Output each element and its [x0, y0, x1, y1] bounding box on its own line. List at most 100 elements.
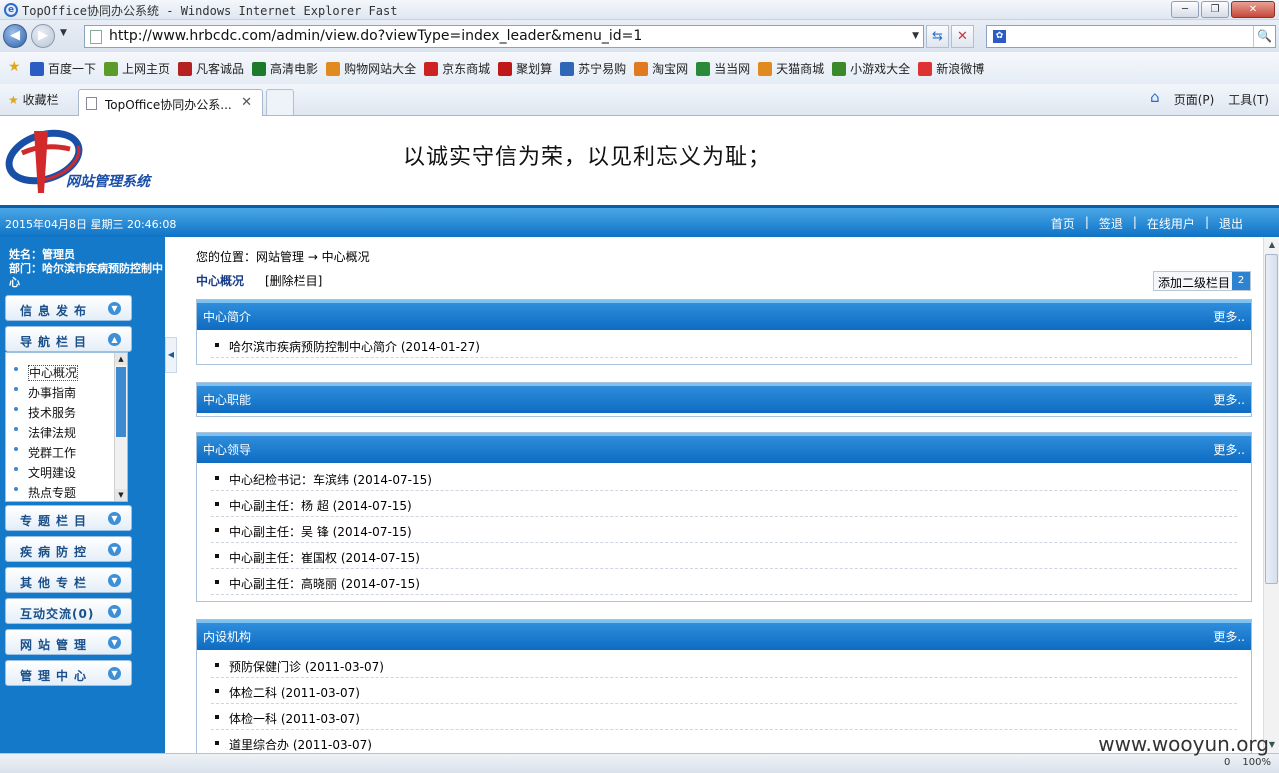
- menu-info-publish[interactable]: 信息发布 ▼: [5, 295, 132, 321]
- collapse-icon[interactable]: ▼: [108, 302, 121, 315]
- list-item-text[interactable]: 哈尔滨市疾病预防控制中心简介 (2014-01-27): [229, 340, 480, 354]
- home-icon[interactable]: ⌂: [1150, 88, 1160, 108]
- list-item-text[interactable]: 中心副主任：崔国权 (2014-07-15): [229, 551, 420, 565]
- list-item[interactable]: 道里综合办 (2011-03-07): [211, 730, 1237, 753]
- more-link[interactable]: 更多..: [1213, 628, 1245, 645]
- submenu-item-tech[interactable]: 技术服务: [14, 404, 76, 421]
- history-dropdown-icon[interactable]: ▼: [60, 28, 67, 38]
- more-link[interactable]: 更多..: [1213, 308, 1245, 325]
- list-item[interactable]: 中心副主任：杨 超 (2014-07-15): [211, 491, 1237, 517]
- close-window-button[interactable]: ✕: [1231, 1, 1275, 18]
- menu-site-management[interactable]: 网站管理 ▼: [5, 629, 132, 655]
- list-item-text[interactable]: 体检二科 (2011-03-07): [229, 686, 360, 700]
- submenu-item-law[interactable]: 法律法规: [14, 424, 76, 441]
- favorite-link[interactable]: 苏宁易购: [560, 60, 626, 77]
- menu-nav-columns[interactable]: 导航栏目 ▲: [5, 326, 132, 352]
- list-item-text[interactable]: 道里综合办 (2011-03-07): [229, 738, 372, 752]
- collapse-icon[interactable]: ▼: [108, 667, 121, 680]
- favorite-link[interactable]: 凡客诚品: [178, 60, 244, 77]
- list-item[interactable]: 体检一科 (2011-03-07): [211, 704, 1237, 730]
- add-sub-column-button[interactable]: 添加二级栏目 2: [1153, 271, 1251, 291]
- favorite-link[interactable]: 百度一下: [30, 60, 96, 77]
- signout-link[interactable]: 签退: [1099, 215, 1123, 232]
- list-item[interactable]: 中心副主任：吴 锋 (2014-07-15): [211, 517, 1237, 543]
- menu-disease-control[interactable]: 疾病防控 ▼: [5, 536, 132, 562]
- page-scrollbar[interactable]: ▲ ▼: [1263, 237, 1279, 753]
- sidebar-toggle-icon[interactable]: ◀: [165, 337, 177, 373]
- user-name: 姓名：管理员: [9, 248, 75, 261]
- scroll-up-icon[interactable]: ▲: [1264, 237, 1279, 253]
- page-menu[interactable]: 页面(P): [1174, 91, 1215, 108]
- favorites-button[interactable]: ★ 收藏栏: [8, 91, 59, 108]
- list-item[interactable]: 预防保健门诊 (2011-03-07): [211, 652, 1237, 678]
- url-text[interactable]: http://www.hrbcdc.com/admin/view.do?view…: [109, 28, 642, 44]
- submenu-item-civilization[interactable]: 文明建设: [14, 464, 76, 481]
- list-item-text[interactable]: 中心副主任：高晓丽 (2014-07-15): [229, 577, 420, 591]
- zoom-level[interactable]: 100%: [1242, 757, 1271, 768]
- menu-interaction[interactable]: 互动交流(0) ▼: [5, 598, 132, 624]
- back-button[interactable]: ◀: [3, 24, 27, 48]
- collapse-icon[interactable]: ▼: [108, 543, 121, 556]
- new-tab-button[interactable]: [266, 89, 294, 115]
- tab-close-icon[interactable]: ✕: [241, 95, 252, 110]
- favorite-link[interactable]: 聚划算: [498, 60, 552, 77]
- menu-admin-center[interactable]: 管理中心 ▼: [5, 660, 132, 686]
- search-box[interactable]: ✿ 🔍: [986, 25, 1276, 48]
- delete-column-link[interactable]: [删除栏目]: [265, 272, 322, 289]
- favorite-link[interactable]: 京东商城: [424, 60, 490, 77]
- submenu-item-overview[interactable]: 中心概况: [14, 364, 79, 381]
- home-link[interactable]: 首页: [1051, 215, 1075, 232]
- menu-special-columns[interactable]: 专题栏目 ▼: [5, 505, 132, 531]
- favorite-link[interactable]: 上网主页: [104, 60, 170, 77]
- list-item-text[interactable]: 中心副主任：吴 锋 (2014-07-15): [229, 525, 412, 539]
- more-link[interactable]: 更多..: [1213, 441, 1245, 458]
- list-item[interactable]: 中心纪检书记：车滨纬 (2014-07-15): [211, 465, 1237, 491]
- scroll-down-icon[interactable]: ▼: [115, 489, 127, 501]
- menu-other-columns[interactable]: 其他专栏 ▼: [5, 567, 132, 593]
- minimize-button[interactable]: ─: [1171, 1, 1199, 18]
- site-favicon-icon: [178, 61, 193, 76]
- url-dropdown-icon[interactable]: ▼: [912, 26, 919, 47]
- scroll-up-icon[interactable]: ▲: [115, 353, 127, 365]
- more-link[interactable]: 更多..: [1213, 391, 1245, 408]
- list-item-text[interactable]: 体检一科 (2011-03-07): [229, 712, 360, 726]
- list-item[interactable]: 中心副主任：高晓丽 (2014-07-15): [211, 569, 1237, 595]
- section-title[interactable]: 中心概况: [196, 272, 244, 289]
- submenu-item-party[interactable]: 党群工作: [14, 444, 76, 461]
- forward-button[interactable]: ▶: [31, 24, 55, 48]
- list-item-text[interactable]: 预防保健门诊 (2011-03-07): [229, 660, 384, 674]
- expand-icon[interactable]: ▲: [108, 333, 121, 346]
- scroll-thumb[interactable]: [1265, 254, 1278, 584]
- submenu-item-guide[interactable]: 办事指南: [14, 384, 76, 401]
- list-item[interactable]: 哈尔滨市疾病预防控制中心简介 (2014-01-27): [211, 332, 1237, 358]
- url-field[interactable]: http://www.hrbcdc.com/admin/view.do?view…: [84, 25, 924, 48]
- refresh-button[interactable]: ⇆: [926, 25, 949, 48]
- search-go-icon[interactable]: 🔍: [1253, 26, 1275, 47]
- online-users-link[interactable]: 在线用户: [1147, 215, 1195, 232]
- list-item[interactable]: 中心副主任：崔国权 (2014-07-15): [211, 543, 1237, 569]
- submenu-scrollbar[interactable]: ▲ ▼: [114, 353, 127, 501]
- favorite-link[interactable]: 新浪微博: [918, 60, 984, 77]
- favorite-link[interactable]: 当当网: [696, 60, 750, 77]
- list-item-text[interactable]: 中心副主任：杨 超 (2014-07-15): [229, 499, 412, 513]
- ie-logo-icon: e: [4, 3, 18, 17]
- restore-button[interactable]: ❐: [1201, 1, 1229, 18]
- add-favorite-icon[interactable]: ★: [8, 59, 21, 75]
- tools-menu[interactable]: 工具(T): [1228, 91, 1269, 108]
- favorite-link[interactable]: 淘宝网: [634, 60, 688, 77]
- favorite-link[interactable]: 高清电影: [252, 60, 318, 77]
- browser-tab[interactable]: TopOffice协同办公系... ✕: [78, 89, 263, 116]
- logout-link[interactable]: 退出: [1219, 215, 1243, 232]
- favorite-link[interactable]: 天猫商城: [758, 60, 824, 77]
- collapse-icon[interactable]: ▼: [108, 605, 121, 618]
- scroll-thumb[interactable]: [116, 367, 126, 437]
- collapse-icon[interactable]: ▼: [108, 636, 121, 649]
- collapse-icon[interactable]: ▼: [108, 512, 121, 525]
- stop-button[interactable]: ✕: [951, 25, 974, 48]
- favorite-link[interactable]: 小游戏大全: [832, 60, 910, 77]
- favorite-link[interactable]: 购物网站大全: [326, 60, 416, 77]
- list-item[interactable]: 体检二科 (2011-03-07): [211, 678, 1237, 704]
- list-item-text[interactable]: 中心纪检书记：车滨纬 (2014-07-15): [229, 473, 432, 487]
- submenu-item-hot-topics[interactable]: 热点专题: [14, 484, 76, 501]
- collapse-icon[interactable]: ▼: [108, 574, 121, 587]
